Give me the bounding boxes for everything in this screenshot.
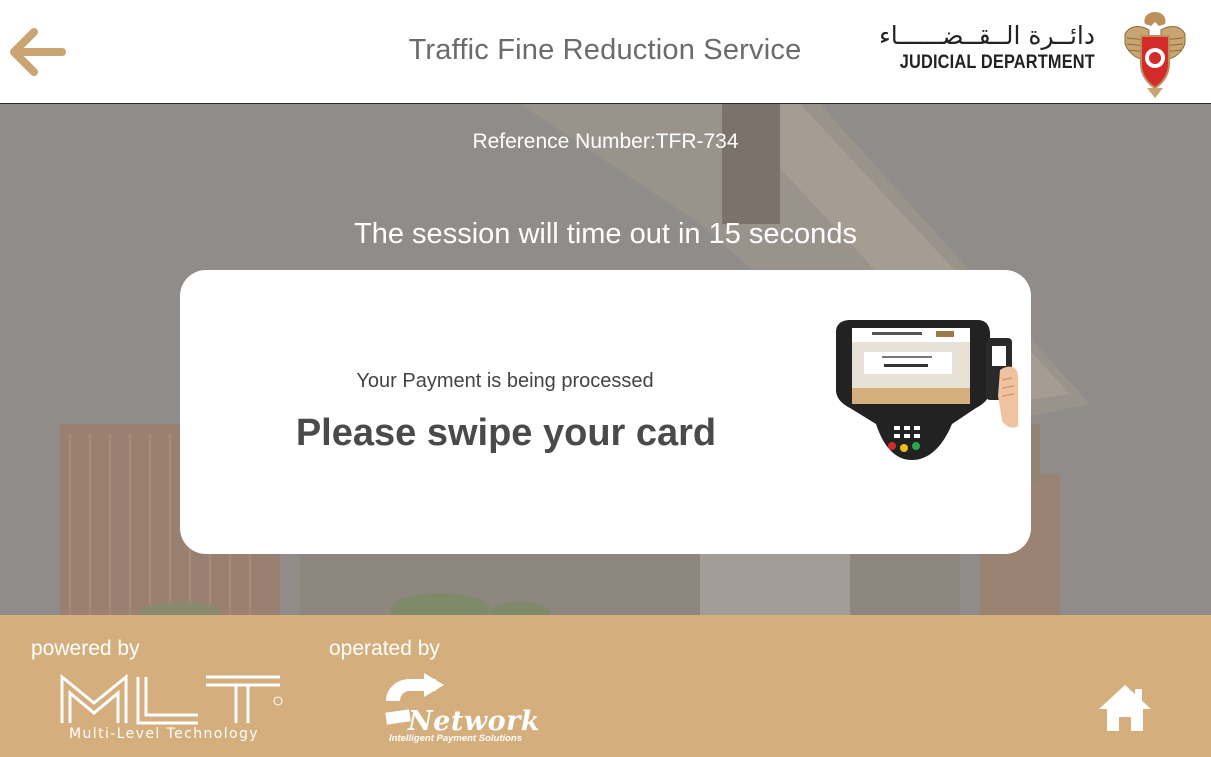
department-name-english: JUDICIAL DEPARTMENT <box>899 52 1095 73</box>
back-button[interactable] <box>8 24 70 80</box>
payment-status-text: Your Payment is being processed <box>356 370 654 392</box>
home-button[interactable] <box>1097 681 1153 733</box>
operated-by-label: operated by <box>329 637 440 660</box>
network-tagline: Intelligent Payment Solutions <box>389 733 523 744</box>
home-icon <box>1099 685 1151 731</box>
department-name-arabic: دائــرة الــقــضــــــاء <box>878 21 1095 50</box>
department-name: دائــرة الــقــضــــــاء JUDICIAL DEPART… <box>868 20 1095 74</box>
payment-card-panel: Your Payment is being processed Please s… <box>180 270 1031 554</box>
swipe-instruction: Please swipe your card <box>295 412 717 454</box>
falcon-emblem-icon <box>1124 12 1186 98</box>
reference-number: Reference Number:TFR-734 <box>472 130 739 153</box>
session-timeout-message: The session will time out in 15 seconds <box>354 218 857 250</box>
card-terminal-icon <box>836 320 1018 460</box>
content-area: Reference Number:TFR-734 The session wil… <box>0 104 1211 615</box>
footer-bar: powered by operated by Multi-Level Techn… <box>0 615 1211 757</box>
arrow-left-icon <box>10 28 66 76</box>
page-title: Traffic Fine Reduction Service <box>408 34 802 66</box>
powered-by-label: powered by <box>31 637 140 660</box>
header-bar: Traffic Fine Reduction Service دائــرة ا… <box>0 0 1211 104</box>
mlt-tagline: Multi-Level Technology <box>69 726 259 742</box>
